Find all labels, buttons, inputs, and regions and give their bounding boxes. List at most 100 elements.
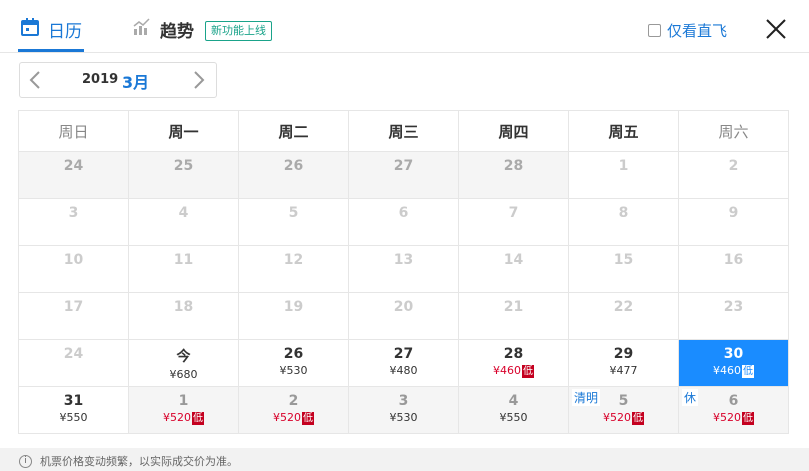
weekday-header: 周四 [458,110,569,152]
calendar-day-cell[interactable]: 3 ¥530 [348,386,459,434]
calendar-day-cell[interactable]: 26 ¥530 [238,339,349,387]
day-number: 15 [613,252,634,268]
tab-trend[interactable]: 趋势 [132,14,194,44]
trend-chart-icon [132,17,152,41]
day-number: 7 [508,205,519,221]
only-direct-checkbox[interactable] [648,24,661,37]
new-feature-badge: 新功能上线 [205,21,272,41]
day-price: ¥520 低 [239,411,348,425]
lowest-price-badge: 低 [742,364,754,378]
day-number: 16 [723,252,744,268]
day-number: 24 [63,158,84,174]
day-price: ¥530 [239,364,348,377]
calendar-day-cell: 14 [458,245,569,293]
day-number: 21 [503,299,524,315]
calendar-day-cell: 17 [18,292,129,340]
weekday-header: 周日 [18,110,129,152]
day-number: 11 [173,252,194,268]
calendar-day-cell: 26 [238,151,349,199]
day-number: 3 [68,205,79,221]
weekday-header: 周五 [568,110,679,152]
chevron-left-icon [29,71,40,89]
day-number: 12 [283,252,304,268]
calendar-day-cell: 12 [238,245,349,293]
price-value: ¥530 [279,364,308,377]
calendar-day-cell[interactable]: 休 6 ¥520 低 [678,386,789,434]
day-number: 9 [728,205,739,221]
calendar-body: 24 25 26 27 28 1 2 3 4 5 6 7 8 9 10 11 12 13 14 15 16 17 18 19 2… [18,151,789,434]
calendar-day-cell: 15 [568,245,679,293]
day-number: 22 [613,299,634,315]
prev-month-button[interactable] [26,69,46,91]
day-price: ¥480 [349,364,458,377]
day-number: 4 [508,393,519,409]
day-price: ¥550 [19,411,128,424]
calendar-day-cell: 28 [458,151,569,199]
calendar-day-cell: 16 [678,245,789,293]
only-direct-label: 仅看直飞 [667,22,728,40]
calendar-day-cell: 9 [678,198,789,246]
calendar-day-cell[interactable]: 清明 5 ¥520 低 [568,386,679,434]
day-number: 27 [393,346,414,362]
price-value: ¥680 [169,368,198,381]
price-value: ¥460 [713,364,741,377]
next-month-button[interactable] [188,69,208,91]
top-tab-bar: 日历 趋势 新功能上线 仅看直飞 [0,0,809,53]
calendar-week-row: 3 4 5 6 7 8 9 [18,198,789,246]
lowest-price-badge: 低 [192,411,204,425]
price-value: ¥477 [609,364,638,377]
price-value: ¥550 [59,411,88,424]
calendar-day-cell[interactable]: 28 ¥460 低 [458,339,569,387]
day-number: 10 [63,252,84,268]
calendar-day-cell: 24 [18,151,129,199]
price-value: ¥480 [389,364,418,377]
day-price: ¥520 低 [569,411,678,425]
price-value: ¥520 [273,411,301,424]
day-price: ¥477 [569,364,678,377]
calendar-day-cell[interactable]: 今 ¥680 [128,339,239,387]
day-number: 26 [283,158,304,174]
month-label: 3月 [122,73,150,92]
calendar-day-cell[interactable]: 31 ¥550 [18,386,129,434]
calendar-day-cell: 4 [128,198,239,246]
weekday-header: 周三 [348,110,459,152]
day-number: 29 [613,346,634,362]
calendar-day-cell: 24 [18,339,129,387]
calendar-week-row: 24 今 ¥680 26 ¥530 27 ¥480 28 ¥460 低 29 ¥477 30 ¥460 低 [18,339,789,387]
chevron-right-icon [194,71,205,89]
day-price: ¥530 [349,411,458,424]
price-value: ¥520 [163,411,191,424]
calendar-day-cell: 18 [128,292,239,340]
calendar-day-cell[interactable]: 29 ¥477 [568,339,679,387]
day-number: 24 [63,346,84,362]
only-direct-toggle[interactable]: 仅看直飞 [648,20,727,41]
day-number: 3 [398,393,409,409]
day-number: 1 [618,158,629,174]
day-number: 4 [178,205,189,221]
calendar-icon [20,17,40,41]
price-value: ¥550 [499,411,528,424]
day-number: 27 [393,158,414,174]
calendar-day-cell: 10 [18,245,129,293]
calendar-day-cell: 3 [18,198,129,246]
calendar-day-cell[interactable]: 27 ¥480 [348,339,459,387]
calendar-week-row: 17 18 19 20 21 22 23 [18,292,789,340]
day-price: ¥680 [129,368,238,381]
calendar-day-cell[interactable]: 2 ¥520 低 [238,386,349,434]
day-number: 2 [728,158,739,174]
day-number: 14 [503,252,524,268]
close-button[interactable] [763,16,789,42]
calendar-day-cell[interactable]: 4 ¥550 [458,386,569,434]
calendar-day-cell: 19 [238,292,349,340]
day-number: 30 [723,346,744,362]
calendar-week-row: 24 25 26 27 28 1 2 [18,151,789,199]
day-number: 23 [723,299,744,315]
lowest-price-badge: 低 [302,411,314,425]
calendar-day-cell: 2 [678,151,789,199]
day-price: ¥460 低 [679,364,788,378]
day-number: 1 [178,393,189,409]
tab-calendar[interactable]: 日历 [18,14,84,52]
calendar-day-cell[interactable]: 1 ¥520 低 [128,386,239,434]
calendar-day-cell[interactable]: 30 ¥460 低 [678,339,789,387]
calendar-day-cell: 8 [568,198,679,246]
